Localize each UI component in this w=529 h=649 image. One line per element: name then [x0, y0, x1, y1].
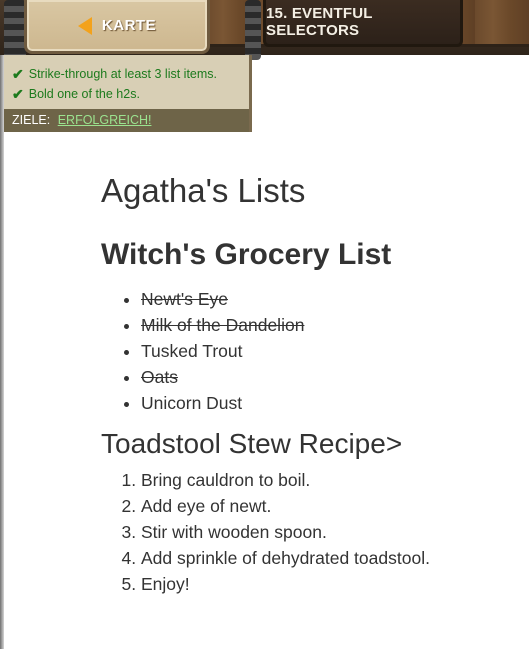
grocery-item: Milk of the Dandelion: [141, 312, 521, 338]
grocery-item-text: Tusked Trout: [141, 341, 243, 361]
recipe-step: Stir with wooden spoon.: [141, 519, 471, 545]
grocery-item-text: Oats: [141, 367, 178, 387]
recipe-step: Bring cauldron to boil.: [141, 467, 471, 493]
recipe-step: Enjoy!: [141, 571, 471, 597]
goal-item: ✔ Bold one of the h2s.: [4, 84, 249, 104]
grocery-heading: Witch's Grocery List: [101, 238, 392, 271]
goals-panel: ✔ Strike-through at least 3 list items. …: [4, 55, 252, 132]
page-title: Agatha's Lists: [101, 172, 306, 209]
top-banner: KARTE 15. EVENTFUL SELECTORS: [0, 0, 529, 60]
map-button[interactable]: KARTE: [24, 0, 210, 54]
grocery-item: Newt's Eye: [141, 286, 521, 312]
back-arrow-icon: [77, 16, 92, 35]
grocery-list: Newt's Eye Milk of the Dandelion Tusked …: [101, 286, 521, 416]
goal-text: Strike-through at least 3 list items.: [28, 67, 218, 81]
grocery-item-text: Newt's Eye: [141, 289, 228, 309]
grocery-item: Tusked Trout: [141, 338, 521, 364]
goal-item: ✔ Strike-through at least 3 list items.: [4, 64, 249, 84]
level-title-text: 15. EVENTFUL SELECTORS: [266, 5, 373, 39]
recipe-step: Add eye of newt.: [141, 493, 471, 519]
checkmark-icon: ✔: [12, 86, 24, 102]
grocery-item: Oats: [141, 364, 521, 390]
goals-footer: ZIELE: ERFOLGREICH!: [4, 109, 249, 132]
grocery-item: Unicorn Dust: [141, 390, 521, 416]
chain-decoration: [245, 0, 261, 60]
chain-decoration: [4, 0, 26, 60]
grocery-item-text: Unicorn Dust: [141, 393, 243, 413]
checkmark-icon: ✔: [12, 66, 24, 82]
goals-label: ZIELE:: [12, 113, 51, 127]
goals-status[interactable]: ERFOLGREICH!: [58, 113, 152, 127]
page-content: Agatha's Lists Witch's Grocery List Newt…: [101, 168, 521, 594]
goal-text: Bold one of the h2s.: [28, 87, 140, 101]
recipe-list: Bring cauldron to boil. Add eye of newt.…: [101, 467, 471, 597]
map-button-label: KARTE: [101, 17, 157, 34]
recipe-step: Add sprinkle of dehydrated toadstool.: [141, 545, 471, 571]
recipe-heading: Toadstool Stew Recipe>: [101, 428, 403, 459]
grocery-item-text: Milk of the Dandelion: [141, 315, 305, 335]
level-title: 15. EVENTFUL SELECTORS: [263, 0, 463, 47]
